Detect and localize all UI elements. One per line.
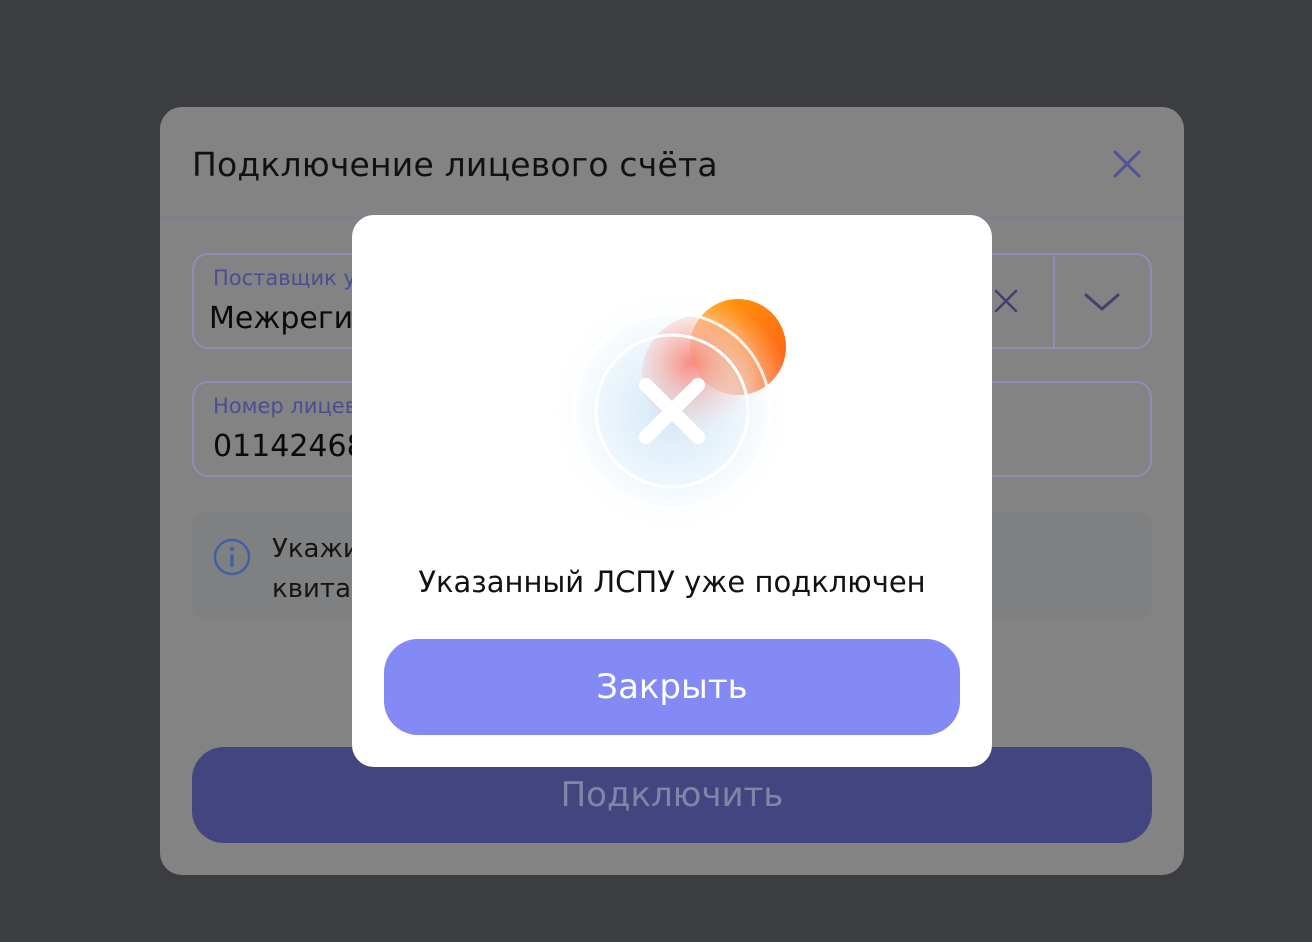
- dialog-header: Подключение лицевого счёта: [160, 107, 1184, 219]
- close-alert-button[interactable]: Закрыть: [384, 639, 960, 735]
- info-icon: [213, 538, 251, 576]
- dialog-title: Подключение лицевого счёта: [192, 145, 718, 184]
- field-divider: [1053, 255, 1055, 347]
- error-alert-modal: Указанный ЛСПУ уже подключен Закрыть: [352, 215, 992, 767]
- alert-message: Указанный ЛСПУ уже подключен: [418, 565, 926, 599]
- chevron-down-icon[interactable]: [1082, 289, 1122, 315]
- error-icon: [547, 286, 797, 525]
- clear-icon[interactable]: [992, 287, 1020, 315]
- close-icon[interactable]: [1110, 147, 1144, 181]
